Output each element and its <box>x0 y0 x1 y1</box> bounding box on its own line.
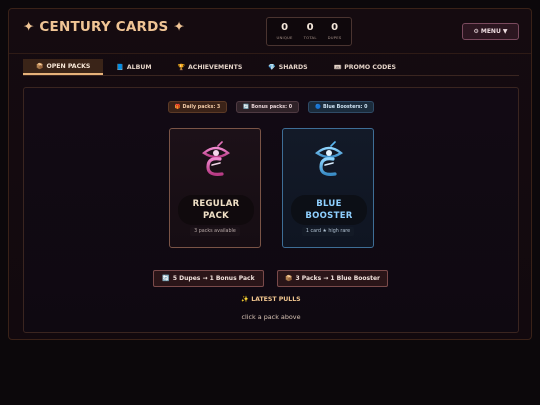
stat-dupes: 0 DUPES <box>328 23 342 40</box>
stat-unique-value: 0 <box>281 22 289 34</box>
eye-logo-icon <box>201 141 231 176</box>
tab-label: ACHIEVEMENTS <box>188 63 243 71</box>
regular-pack-card[interactable]: REGULAR PACK 3 packs available <box>169 128 261 248</box>
stats-box: 0 UNIQUE 0 TOTAL 0 DUPES <box>266 17 352 46</box>
package-icon: 📦 <box>285 275 293 282</box>
package-icon: 📦 <box>36 62 44 70</box>
stat-dupes-label: DUPES <box>327 35 342 41</box>
stat-unique-label: UNIQUE <box>276 35 293 41</box>
stat-total-label: TOTAL <box>303 35 317 41</box>
gem-icon: 💎 <box>268 63 276 71</box>
blue-booster-description: 1 card ★ high rare <box>301 227 355 236</box>
regular-pack-subtitle: 3 packs available <box>170 227 260 236</box>
blue-booster-card[interactable]: BLUE BOOSTER 1 card ★ high rare <box>282 128 374 248</box>
header: ✦ CENTURY CARDS ✦ 0 UNIQUE 0 TOTAL 0 DUP… <box>9 9 531 54</box>
regular-pack-availability: 3 packs available <box>190 227 240 236</box>
regular-pack-name: REGULAR PACK <box>192 199 240 221</box>
daily-packs-badge: 🎁 Daily packs: 3 <box>167 101 228 113</box>
blue-circle-icon: 🔵 <box>315 104 322 110</box>
tab-promo-codes[interactable]: 🎟 PROMO CODES <box>321 59 409 75</box>
ticket-icon: 🎟 <box>333 63 342 71</box>
gift-icon: 🎁 <box>174 104 181 110</box>
tab-open-packs[interactable]: 📦 OPEN PACKS <box>23 59 104 75</box>
exchange-dupes-button[interactable]: 🔄 5 Dupes → 1 Bonus Pack <box>153 270 264 287</box>
tab-bar: 📦 OPEN PACKS 📘 ALBUM 🏆 ACHIEVEMENTS 💎 SH… <box>23 59 519 76</box>
exchange-packs-button[interactable]: 📦 3 Packs → 1 Blue Booster <box>277 270 388 287</box>
tab-label: PROMO CODES <box>344 63 396 71</box>
pack-counters: 🎁 Daily packs: 3 🔄 Bonus packs: 0 🔵 Blue… <box>24 101 518 113</box>
blue-booster-name: BLUE BOOSTER <box>305 199 353 221</box>
open-packs-panel: 🎁 Daily packs: 3 🔄 Bonus packs: 0 🔵 Blue… <box>23 87 519 333</box>
tab-achievements[interactable]: 🏆 ACHIEVEMENTS <box>165 59 256 75</box>
blue-boosters-text: Blue Boosters: 0 <box>323 104 368 110</box>
refresh-icon: 🔄 <box>162 275 170 282</box>
stat-total-value: 0 <box>306 22 314 34</box>
exchange-packs-label: 3 Packs → 1 Blue Booster <box>295 275 380 282</box>
app-frame: ✦ CENTURY CARDS ✦ 0 UNIQUE 0 TOTAL 0 DUP… <box>8 8 532 340</box>
blue-boosters-badge: 🔵 Blue Boosters: 0 <box>308 101 375 113</box>
blue-booster-subtitle: 1 card ★ high rare <box>283 227 373 236</box>
stat-unique: 0 UNIQUE <box>277 23 293 40</box>
app-title: ✦ CENTURY CARDS ✦ <box>23 19 185 35</box>
regular-pack-name-wrap: REGULAR PACK <box>178 195 254 225</box>
menu-label: MENU ▼ <box>480 28 508 35</box>
eye-logo-icon <box>314 141 344 176</box>
book-icon: 📘 <box>116 63 124 71</box>
trophy-icon: 🏆 <box>177 63 185 71</box>
refresh-icon: 🔄 <box>243 104 250 110</box>
blue-booster-name-wrap: BLUE BOOSTER <box>291 195 367 225</box>
stat-dupes-value: 0 <box>331 22 339 34</box>
menu-button[interactable]: ⚙ MENU ▼ <box>462 23 519 40</box>
bonus-packs-badge: 🔄 Bonus packs: 0 <box>236 101 300 113</box>
stat-total: 0 TOTAL <box>304 23 317 40</box>
tab-album[interactable]: 📘 ALBUM <box>103 59 164 75</box>
tab-label: OPEN PACKS <box>46 62 91 70</box>
daily-packs-text: Daily packs: 3 <box>182 104 221 110</box>
tab-label: ALBUM <box>126 63 152 71</box>
latest-pulls-heading: ✨ LATEST PULLS <box>241 296 301 303</box>
exchange-dupes-label: 5 Dupes → 1 Bonus Pack <box>172 275 255 282</box>
bonus-packs-text: Bonus packs: 0 <box>251 104 293 110</box>
tab-shards[interactable]: 💎 SHARDS <box>255 59 320 75</box>
latest-pulls-hint: click a pack above <box>241 313 301 321</box>
gear-icon: ⚙ <box>473 28 479 35</box>
tab-label: SHARDS <box>278 63 308 71</box>
